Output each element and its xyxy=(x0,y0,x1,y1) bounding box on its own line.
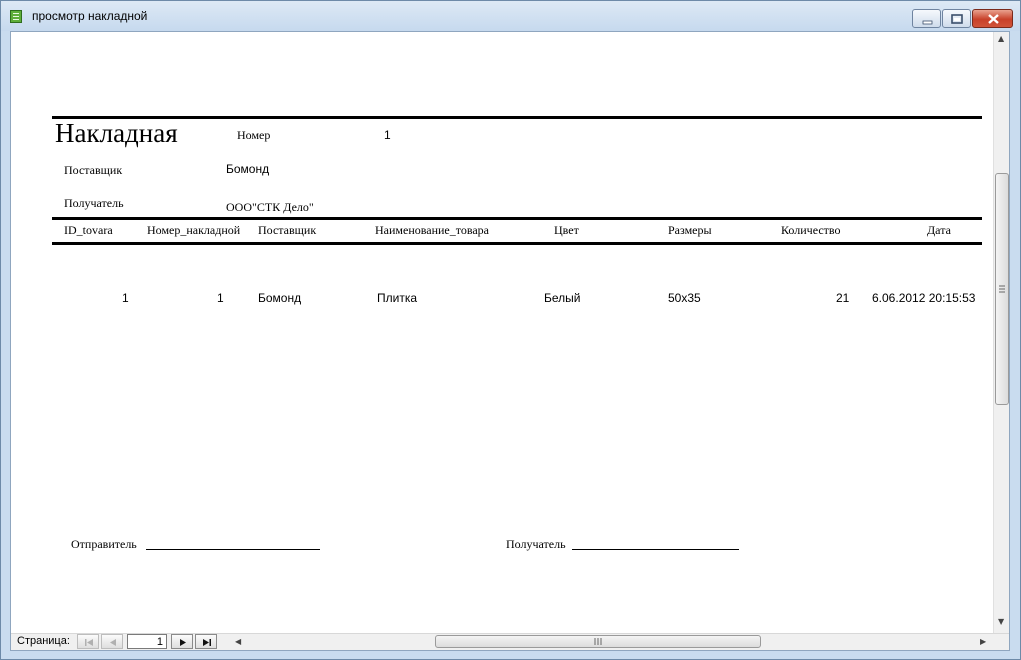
scroll-left-icon[interactable]: ◀ xyxy=(235,637,241,646)
restore-button[interactable] xyxy=(942,9,971,28)
report-page: Накладная Номер 1 Поставщик Бомонд Получ… xyxy=(11,32,993,633)
vertical-scrollbar[interactable]: ▲ ▼ xyxy=(993,32,1009,633)
column-header: Размеры xyxy=(668,223,712,237)
cell-color: Белый xyxy=(544,291,581,305)
next-page-button[interactable] xyxy=(171,634,193,649)
column-header: ID_tovara xyxy=(64,223,113,237)
columns-bottom-rule xyxy=(52,242,982,245)
restore-icon xyxy=(951,14,963,24)
grip-icon xyxy=(999,285,1005,293)
cell-quantity: 21 xyxy=(836,291,850,305)
cell-invoice-number: 1 xyxy=(217,291,224,305)
column-header: Дата xyxy=(927,223,951,237)
supplier-value: Бомонд xyxy=(226,162,270,176)
column-header: Количество xyxy=(781,223,841,237)
title-bar[interactable]: просмотр накладной xyxy=(1,1,1020,31)
report-icon xyxy=(10,10,22,23)
next-page-icon xyxy=(180,639,186,646)
report-preview-window: просмотр накладной Накладная Номер 1 Пос… xyxy=(0,0,1021,660)
recipient-signature-label: Получатель xyxy=(506,537,566,551)
page-label: Страница: xyxy=(17,635,70,647)
recipient-value: ООО"СТК Дело" xyxy=(226,200,314,214)
grip-icon xyxy=(594,638,602,645)
sender-signature-line xyxy=(146,549,320,550)
header-top-rule xyxy=(52,116,982,119)
window-title: просмотр накладной xyxy=(32,9,148,23)
cell-id: 1 xyxy=(122,291,129,305)
column-header: Цвет xyxy=(554,223,579,237)
sender-signature-label: Отправитель xyxy=(71,537,137,551)
column-header: Наименование_товара xyxy=(375,223,490,237)
vertical-scroll-thumb[interactable] xyxy=(995,173,1009,405)
scroll-right-icon[interactable]: ▶ xyxy=(980,637,986,646)
report-viewport: Накладная Номер 1 Поставщик Бомонд Получ… xyxy=(10,31,1010,651)
horizontal-scroll-thumb[interactable] xyxy=(435,635,761,648)
minimize-button[interactable] xyxy=(912,9,941,28)
report-title: Накладная xyxy=(55,118,178,148)
cell-size: 50x35 xyxy=(668,291,701,305)
first-page-button[interactable] xyxy=(77,634,99,649)
scroll-down-icon[interactable]: ▼ xyxy=(998,617,1004,626)
page-number-input[interactable]: 1 xyxy=(127,634,167,649)
last-page-button[interactable] xyxy=(195,634,217,649)
cell-product-name: Плитка xyxy=(377,291,418,305)
cell-supplier: Бомонд xyxy=(258,291,302,305)
column-header: Номер_накладной xyxy=(147,223,241,237)
close-icon xyxy=(988,14,999,24)
cell-date: 6.06.2012 20:15:53 xyxy=(872,291,976,305)
number-value: 1 xyxy=(384,128,391,142)
scroll-up-icon[interactable]: ▲ xyxy=(998,34,1004,43)
first-page-icon xyxy=(85,639,93,646)
close-button[interactable] xyxy=(972,9,1013,28)
columns-top-rule xyxy=(52,217,982,220)
column-header: Поставщик xyxy=(258,223,317,237)
previous-page-button[interactable] xyxy=(101,634,123,649)
recipient-signature-line xyxy=(572,549,739,550)
page-navigation-bar: Страница: 1 ◀ ▶ xyxy=(11,633,1009,650)
number-label: Номер xyxy=(237,128,271,142)
supplier-label: Поставщик xyxy=(64,163,123,177)
last-page-icon xyxy=(203,639,211,646)
minimize-icon xyxy=(922,20,933,25)
previous-page-icon xyxy=(110,639,116,646)
recipient-label: Получатель xyxy=(64,196,124,210)
